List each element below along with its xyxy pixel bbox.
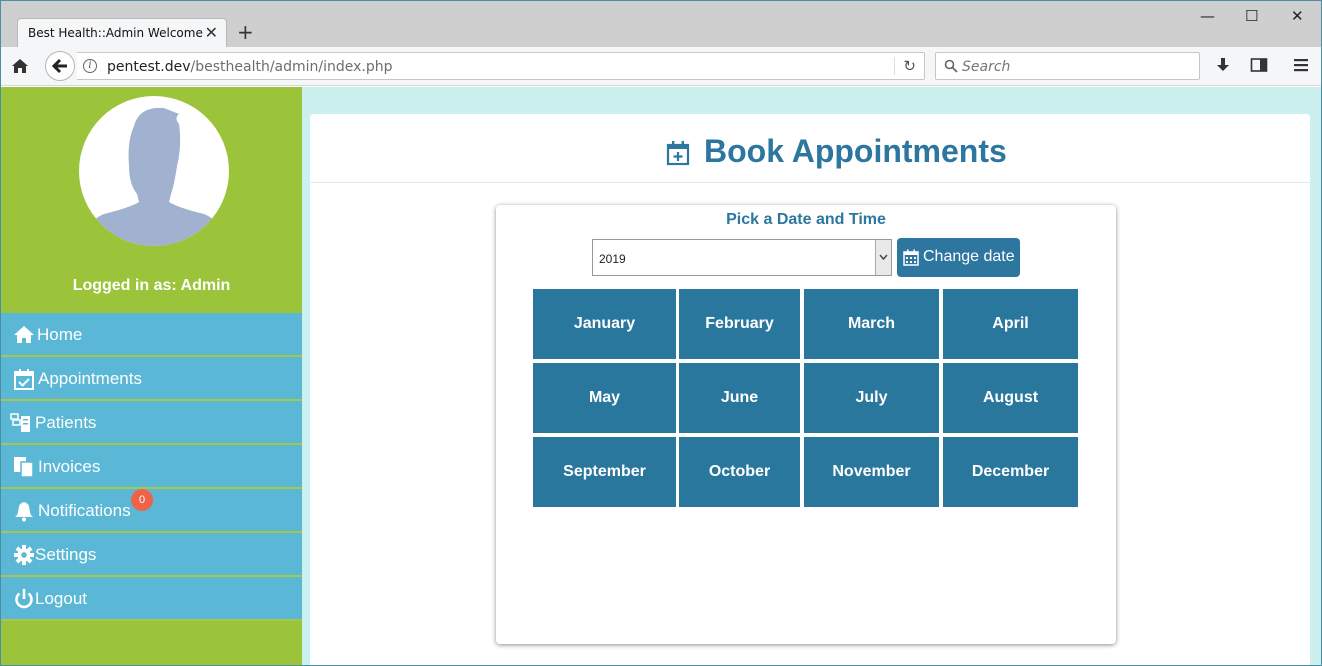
sidebar-item-appointments[interactable]: Appointments xyxy=(1,357,302,401)
info-icon[interactable]: i xyxy=(83,59,97,73)
maximize-button[interactable]: ☐ xyxy=(1245,7,1258,25)
sidebar-item-invoices[interactable]: Invoices xyxy=(1,445,302,489)
month-february[interactable]: February xyxy=(679,289,800,359)
month-july[interactable]: July xyxy=(804,363,939,433)
browser-window: Best Health::Admin Welcome ✕ + — ☐ ✕ i p… xyxy=(0,0,1322,666)
calendar-check-icon xyxy=(14,369,34,390)
sidebar-item-label: Logout xyxy=(35,589,87,608)
sidebar-item-label: Home xyxy=(37,325,83,344)
search-bar[interactable]: Search xyxy=(935,52,1200,80)
tab-close-icon[interactable]: ✕ xyxy=(205,23,218,42)
sidebar-item-label: Invoices xyxy=(38,457,101,476)
calendar-plus-icon xyxy=(666,141,690,166)
search-icon xyxy=(944,59,958,73)
sidebar-item-notifications[interactable]: Notifications 0 xyxy=(1,489,302,533)
page: Logged in as: Admin Home Appointments Pa… xyxy=(1,87,1321,665)
sidebar-item-label: Settings xyxy=(35,545,97,564)
chevron-down-icon[interactable] xyxy=(875,240,891,275)
user-silhouette-icon xyxy=(84,107,224,246)
card-header: Book Appointments xyxy=(310,114,1310,183)
sidebar-item-label: Appointments xyxy=(38,369,142,388)
main-card: Book Appointments Pick a Date and Time 2… xyxy=(310,114,1310,665)
invoices-icon xyxy=(14,457,34,478)
calendar-icon xyxy=(903,249,919,266)
power-icon xyxy=(15,589,33,609)
sidebar-item-settings[interactable]: Settings xyxy=(1,533,302,577)
download-icon[interactable] xyxy=(1214,56,1232,74)
month-june[interactable]: June xyxy=(679,363,800,433)
month-september[interactable]: September xyxy=(533,437,676,507)
sidebar-item-label: Notifications xyxy=(38,501,131,520)
sidebar-toggle-icon[interactable] xyxy=(1250,56,1268,74)
page-title: Book Appointments xyxy=(704,133,1007,169)
month-october[interactable]: October xyxy=(679,437,800,507)
url-bar[interactable]: i pentest.dev/besthealth/admin/index.php… xyxy=(77,52,925,80)
reload-icon[interactable]: ↻ xyxy=(894,57,916,75)
change-date-label: Change date xyxy=(923,248,1015,265)
year-value: 2019 xyxy=(599,252,626,266)
new-tab-button[interactable]: + xyxy=(237,20,254,44)
url-text: pentest.dev/besthealth/admin/index.php xyxy=(107,59,393,75)
bell-icon xyxy=(15,502,33,522)
url-path: /besthealth/admin/index.php xyxy=(190,59,393,75)
sidebar-item-patients[interactable]: Patients xyxy=(1,401,302,445)
month-may[interactable]: May xyxy=(533,363,676,433)
date-picker-panel: Pick a Date and Time 2019 Change date Ja… xyxy=(496,205,1116,644)
sidebar-item-home[interactable]: Home xyxy=(1,313,302,357)
notification-count-badge: 0 xyxy=(131,489,153,511)
browser-tab[interactable]: Best Health::Admin Welcome ✕ xyxy=(17,18,227,48)
picker-title: Pick a Date and Time xyxy=(726,211,886,228)
back-arrow-icon xyxy=(51,58,67,74)
navigation-bar: i pentest.dev/besthealth/admin/index.php… xyxy=(1,47,1321,86)
title-bar: Best Health::Admin Welcome ✕ + — ☐ ✕ xyxy=(1,1,1321,48)
month-november[interactable]: November xyxy=(804,437,939,507)
sidebar: Logged in as: Admin Home Appointments Pa… xyxy=(1,87,302,665)
month-march[interactable]: March xyxy=(804,289,939,359)
change-date-button[interactable]: Change date xyxy=(897,238,1020,277)
year-select[interactable]: 2019 xyxy=(592,239,892,276)
close-window-button[interactable]: ✕ xyxy=(1291,7,1304,25)
avatar xyxy=(79,96,229,246)
month-december[interactable]: December xyxy=(943,437,1078,507)
home-icon[interactable] xyxy=(11,57,29,75)
logged-in-label: Logged in as: Admin xyxy=(72,277,231,294)
month-august[interactable]: August xyxy=(943,363,1078,433)
search-placeholder: Search xyxy=(962,59,1011,75)
month-january[interactable]: January xyxy=(533,289,676,359)
gear-icon xyxy=(14,545,34,565)
home-icon xyxy=(14,326,34,343)
minimize-button[interactable]: — xyxy=(1200,7,1215,25)
back-button[interactable] xyxy=(45,51,75,81)
sidebar-item-label: Patients xyxy=(35,413,97,432)
sidebar-menu: Home Appointments Patients Invoices Noti… xyxy=(1,313,302,621)
menu-icon[interactable] xyxy=(1292,56,1310,74)
url-host: pentest.dev xyxy=(107,59,191,75)
tab-title: Best Health::Admin Welcome xyxy=(28,26,203,40)
sidebar-item-logout[interactable]: Logout xyxy=(1,577,302,621)
patients-icon xyxy=(10,413,30,432)
month-april[interactable]: April xyxy=(943,289,1078,359)
